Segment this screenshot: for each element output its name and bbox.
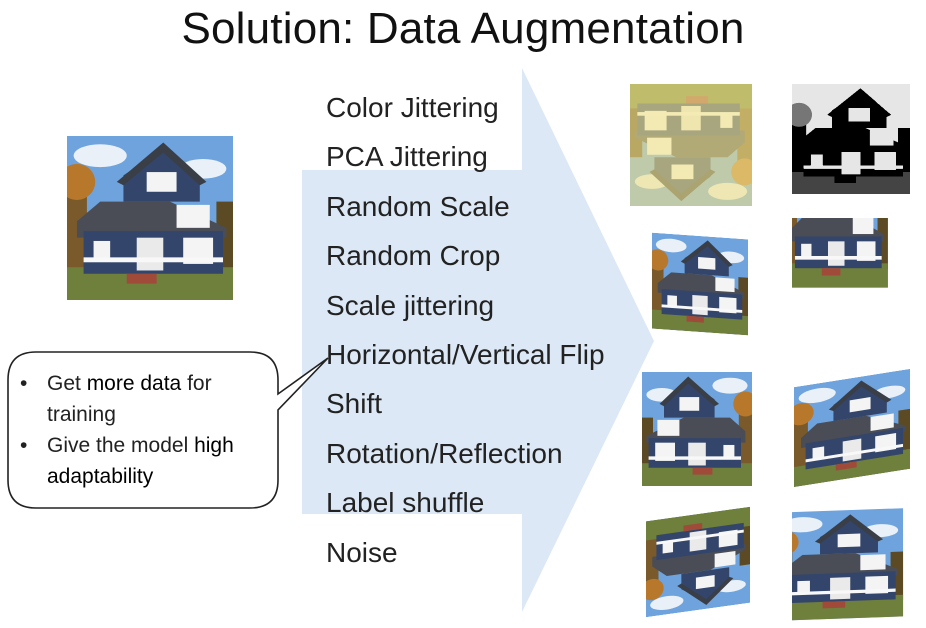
- bullet-1-pre: Get: [47, 372, 87, 395]
- bullet-1-emphasis: more data: [86, 372, 182, 395]
- bullet-2-pre: Give the model: [47, 434, 195, 457]
- augmented-color-jitter-image: [630, 84, 752, 206]
- original-house-image: [67, 136, 233, 300]
- augmented-skewed-image: [652, 233, 748, 336]
- augmented-scaled-image: [792, 506, 918, 622]
- bullet-icon: •: [20, 434, 28, 457]
- augmented-crop-image: [792, 218, 910, 340]
- augmented-flipped-image: [642, 372, 752, 486]
- augmented-threshold-bw-image: [792, 84, 910, 194]
- bullet-icon: •: [20, 372, 28, 395]
- augmented-upside-down-image: [646, 507, 750, 618]
- speech-bubble-text: • Get more data for training • Give the …: [20, 368, 270, 492]
- bubble-bullet-2: • Give the model high adaptability: [20, 430, 270, 492]
- speech-bubble-shape: [7, 351, 329, 509]
- bubble-bullet-1: • Get more data for training: [20, 368, 270, 430]
- augmented-rotated-image: [794, 369, 910, 487]
